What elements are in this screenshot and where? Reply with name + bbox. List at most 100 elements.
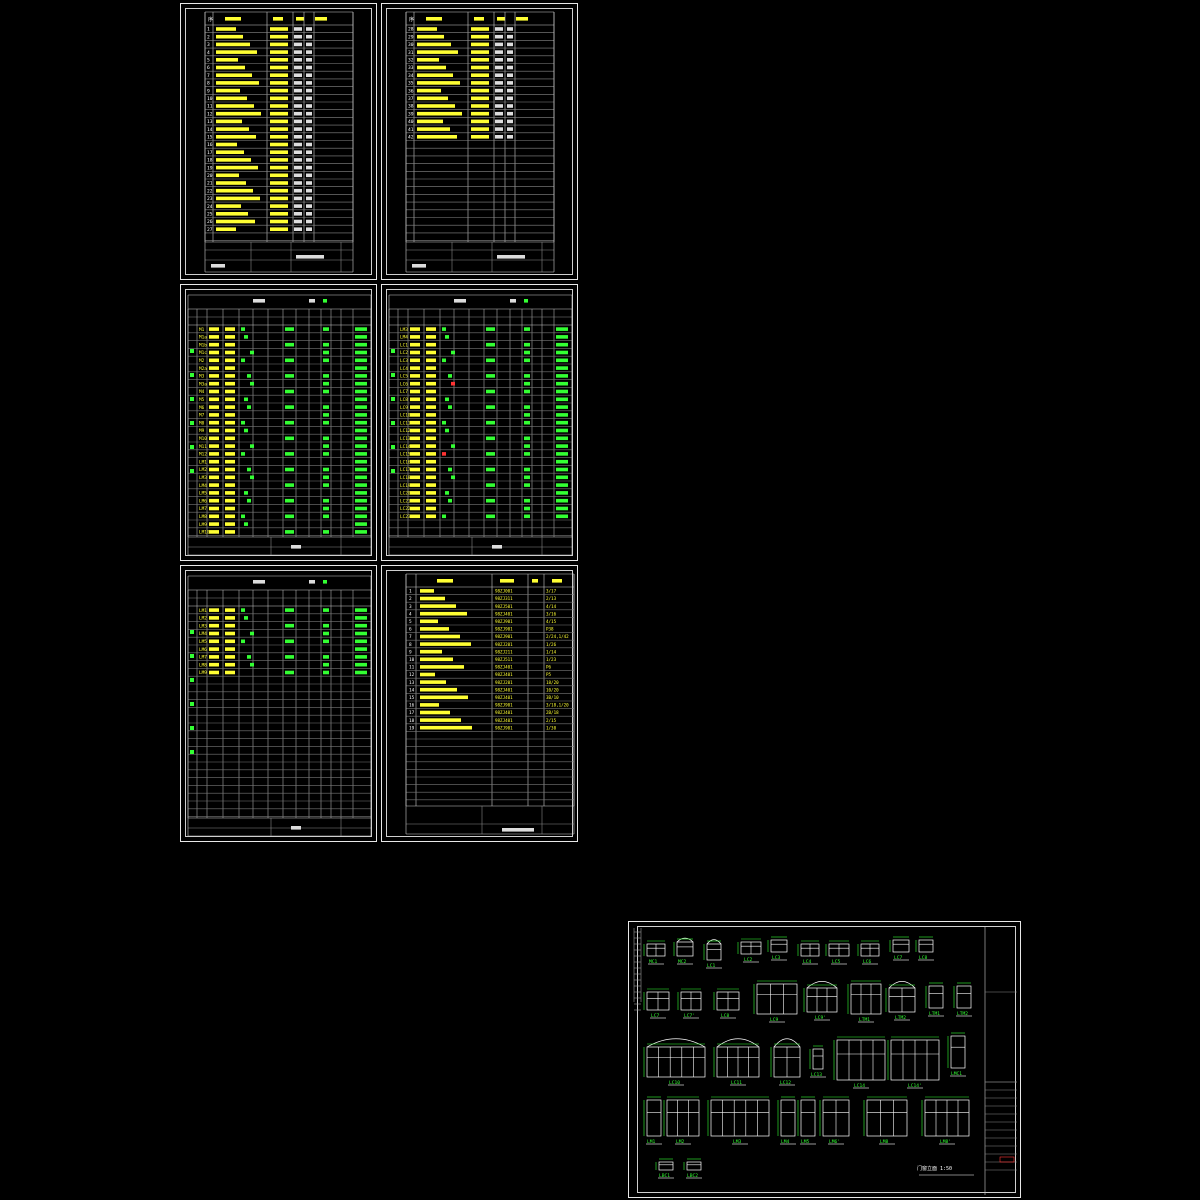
drawing-name-placeholder [216, 127, 249, 131]
window-label: LC3 [772, 955, 781, 961]
qty-placeholder [323, 631, 329, 636]
window-frame [780, 1099, 796, 1137]
standard-code: 98ZJ201 [495, 680, 513, 685]
table-title-placeholder [253, 580, 265, 584]
standard-page: 2/24,1/42 [546, 634, 569, 639]
window-code: LC20 [400, 491, 411, 497]
size-placeholder [306, 58, 312, 62]
standard-page: 3/17 [546, 589, 557, 594]
standard-code: 98ZJ901 [495, 634, 513, 639]
qty-placeholder [323, 655, 329, 659]
version-placeholder [294, 181, 302, 185]
sheet-drawing-list-2[interactable]: 序 28 29 30 31 32 33 34 35 36 37 38 39 40 41 42 [381, 3, 578, 280]
row-number: 20 [207, 173, 213, 179]
standard-page: 10/20 [546, 687, 559, 692]
width-placeholder [410, 506, 420, 511]
width-placeholder [209, 374, 219, 378]
size-placeholder [306, 196, 312, 201]
window-code: M12 [199, 452, 207, 458]
title-block-placeholder [502, 828, 534, 832]
window-code: LC12 [400, 428, 411, 434]
drawing-name-placeholder [417, 73, 453, 77]
qty-placeholder [486, 514, 495, 519]
window-code: LC7 [400, 389, 408, 395]
height-placeholder [225, 639, 235, 644]
row-number: 13 [207, 119, 213, 125]
table-title-placeholder [253, 299, 265, 303]
height-placeholder [225, 374, 235, 378]
total-placeholder [355, 483, 367, 487]
row-number: 7 [207, 73, 210, 79]
height-placeholder [225, 616, 235, 620]
standard-page: 4/15 [546, 619, 557, 624]
size-placeholder [306, 81, 312, 85]
total-placeholder [355, 608, 367, 612]
total-placeholder [556, 436, 568, 441]
standard-code: 98ZJ311 [495, 596, 513, 601]
height-placeholder [426, 467, 436, 472]
row-number: 7 [409, 634, 412, 640]
qty-placeholder [442, 327, 446, 331]
sheet-door-window-elevations[interactable]: MC1 MC2 LC1 LC2 LC3 LC4 LC5 LC6 LC7 LC8 LC7 LC7' LC8… [628, 921, 1021, 1198]
qty-placeholder [250, 631, 254, 636]
standard-page: 1/26 [546, 642, 557, 647]
window-frame [850, 983, 882, 1015]
group-mark [391, 469, 395, 473]
window-code: LM2 [199, 467, 207, 473]
standard-name-placeholder [420, 687, 457, 692]
total-placeholder [355, 475, 367, 480]
standard-code: 98ZJ901 [495, 627, 513, 632]
qty-placeholder [250, 381, 254, 386]
window-frame [950, 1035, 966, 1069]
window-label: LC7 [651, 1013, 660, 1019]
version-placeholder [294, 50, 302, 54]
row-number: 38 [408, 104, 414, 110]
drawing-code-placeholder [270, 196, 288, 201]
total-placeholder [556, 506, 568, 511]
qty-placeholder [445, 491, 449, 495]
version-placeholder [294, 219, 302, 224]
window-label: LC1 [707, 963, 716, 969]
window-code: LC17 [400, 467, 411, 473]
title-block-placeholder [296, 255, 324, 259]
standard-name-placeholder [420, 680, 446, 684]
qty-placeholder [524, 327, 530, 331]
standard-code: 98ZJ511 [495, 657, 513, 662]
qty-placeholder [323, 514, 329, 519]
drawing-name-placeholder [216, 65, 245, 70]
standard-code: 98ZJ401 [495, 687, 513, 692]
qty-placeholder [241, 452, 245, 456]
height-placeholder [225, 350, 235, 355]
height-placeholder [426, 358, 436, 363]
header-placeholder [273, 17, 283, 21]
qty-placeholder [323, 389, 329, 394]
version-placeholder [294, 135, 302, 139]
window-label: LC6 [863, 959, 872, 965]
height-placeholder [426, 405, 436, 409]
size-placeholder [507, 119, 513, 124]
qty-placeholder [445, 428, 449, 433]
window-arch [646, 1038, 706, 1048]
sheet-door-window-table-1[interactable]: M1 M1a M1b M1c M2 M2a M3 M3a M4 M5 M6 M7 M8 M9 M10 M11 M… [180, 284, 377, 561]
sheet-door-window-table-2[interactable]: LM3 LM4 LC1 LC2 LC3 LC4 LC5 LC6 LC7 LC8 LC9 LC10 LC1… [381, 284, 578, 561]
width-placeholder [209, 655, 219, 659]
sheet-drawing-list-1[interactable]: 序 1 2 3 4 5 6 7 8 9 10 11 12 13 14 15 16 17 18 19 20 21 22 23 24… [180, 3, 377, 280]
row-number: 2 [207, 34, 210, 40]
qty-placeholder [524, 452, 530, 456]
sheet-door-window-table-3[interactable]: LM1 LM2 LM3 LM4 LM5 LM6 LM7 LM8 LM9 [180, 565, 377, 842]
window-label: LM2 [676, 1139, 685, 1145]
sheet-standard-drawings[interactable]: 1 98ZJ001 3/17 2 98ZJ311 2/13 3 98ZJ501 4/14 4 98Z… [381, 565, 578, 842]
qty-placeholder [241, 358, 245, 363]
window-code: LM5 [199, 491, 207, 497]
standard-code: 98ZJ901 [495, 703, 513, 708]
height-placeholder [426, 350, 436, 355]
window-code: LC9 [400, 405, 408, 411]
qty-placeholder [524, 483, 530, 487]
version-placeholder [294, 104, 302, 108]
width-placeholder [410, 452, 420, 456]
qty-placeholder [451, 444, 455, 448]
window-label: MC2 [678, 959, 687, 965]
width-placeholder [209, 608, 219, 612]
qty-placeholder [524, 498, 530, 503]
qty-placeholder [323, 452, 329, 456]
